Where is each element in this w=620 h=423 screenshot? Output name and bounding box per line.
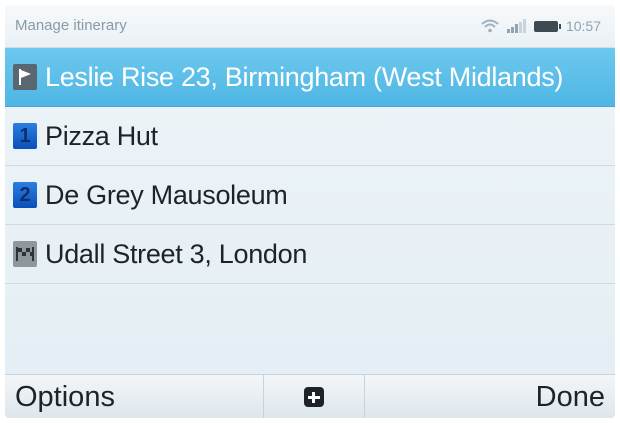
stop-number-badge: 2 bbox=[13, 182, 37, 208]
itinerary-item-stop-2[interactable]: 2 De Grey Mausoleum bbox=[5, 166, 615, 225]
stop-number-badge: 1 bbox=[13, 123, 37, 149]
item-label: Pizza Hut bbox=[45, 120, 158, 151]
item-label: De Grey Mausoleum bbox=[45, 179, 288, 210]
destination-checkered-flag-icon bbox=[13, 241, 37, 267]
itinerary-item-stop-1[interactable]: 1 Pizza Hut bbox=[5, 107, 615, 166]
wifi-icon bbox=[481, 19, 499, 33]
item-label: Leslie Rise 23, Birmingham (West Midland… bbox=[45, 61, 564, 92]
add-softkey[interactable] bbox=[263, 375, 365, 418]
clock: 10:57 bbox=[565, 18, 601, 34]
options-softkey[interactable]: Options bbox=[15, 375, 115, 418]
itinerary-item-destination[interactable]: Udall Street 3, London bbox=[5, 225, 615, 284]
status-indicators: 10:57 bbox=[481, 15, 601, 37]
departure-flag-icon bbox=[13, 64, 37, 90]
screen-title: Manage itinerary bbox=[15, 17, 127, 34]
status-bar: Manage itinerary 10:57 bbox=[5, 5, 615, 48]
item-label: Udall Street 3, London bbox=[45, 238, 308, 269]
signal-icon bbox=[506, 19, 526, 33]
phone-screen: Manage itinerary 10:57 Leslie Rise 23, B… bbox=[5, 5, 615, 418]
add-icon bbox=[304, 387, 324, 407]
itinerary-item-departure[interactable]: Leslie Rise 23, Birmingham (West Midland… bbox=[5, 48, 615, 107]
done-softkey[interactable]: Done bbox=[536, 375, 605, 418]
battery-icon bbox=[533, 20, 561, 32]
softkey-bar: Options Done bbox=[5, 374, 615, 418]
